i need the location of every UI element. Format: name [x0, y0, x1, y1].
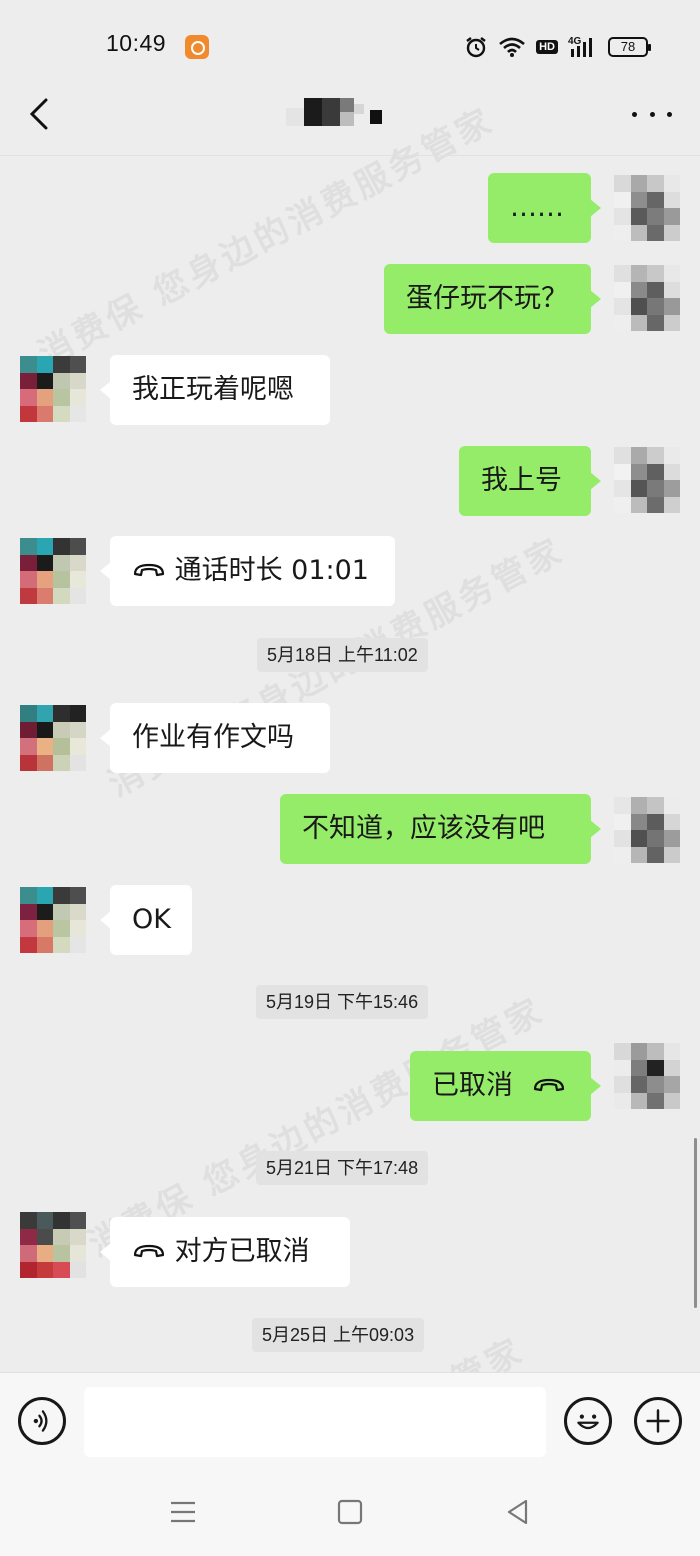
timestamp: 5月25日 上午09:03 [252, 1318, 425, 1352]
message-bubble-outgoing[interactable]: 不知道，应该没有吧 [280, 794, 601, 864]
message-bubble-outgoing[interactable]: 我上号 [459, 446, 601, 516]
timestamp: 5月21日 下午17:48 [256, 1151, 429, 1185]
message-bubble-incoming[interactable]: OK [100, 885, 192, 955]
chevron-left-icon[interactable] [22, 92, 62, 136]
back-triangle-icon[interactable] [502, 1496, 534, 1528]
contact-avatar[interactable] [20, 538, 86, 604]
contact-avatar[interactable] [20, 887, 86, 953]
message-text: 我上号 [481, 465, 562, 496]
scrollbar[interactable] [694, 1138, 697, 1308]
my-avatar[interactable] [614, 175, 680, 241]
call-record-bubble[interactable]: 对方已取消 [100, 1217, 350, 1287]
signal-icon: 4G [568, 36, 592, 57]
menu-icon[interactable] [167, 1496, 199, 1528]
phone-hangup-icon [133, 1244, 165, 1257]
message-text: OK [132, 904, 171, 935]
system-nav-bar [0, 1468, 700, 1556]
message-text: 作业有作文吗 [132, 722, 294, 753]
emoji-icon[interactable] [564, 1397, 612, 1445]
message-bubble-outgoing[interactable]: 蛋仔玩不玩？ [384, 264, 601, 334]
message-bubble-incoming[interactable]: 我正玩着呢嗯 [100, 355, 330, 425]
chat-header [0, 80, 700, 156]
more-dots-icon[interactable] [632, 104, 672, 124]
call-record-bubble[interactable]: 已取消 [410, 1051, 601, 1121]
alarm-icon [466, 37, 486, 58]
status-time: 10:49 [106, 30, 167, 56]
battery-icon: 78 [608, 37, 651, 57]
message-input[interactable] [84, 1387, 546, 1457]
message-text: …… [510, 192, 564, 223]
call-record-bubble[interactable]: 通话时长 01:01 [100, 536, 395, 606]
contact-avatar[interactable] [20, 1212, 86, 1278]
phone-hangup-icon [533, 1078, 564, 1091]
svg-text:4G: 4G [568, 36, 582, 47]
chat-title-pixelated [280, 94, 390, 130]
hd-icon: HD [536, 40, 558, 54]
wifi-icon [499, 37, 525, 57]
phone-hangup-icon [133, 563, 165, 576]
message-text: 对方已取消 [174, 1236, 310, 1267]
my-avatar[interactable] [614, 1043, 680, 1109]
message-text: 已取消 [432, 1070, 513, 1101]
my-avatar[interactable] [614, 447, 680, 513]
message-text: 蛋仔玩不玩？ [406, 283, 568, 314]
home-icon[interactable] [334, 1496, 366, 1528]
timestamp: 5月19日 下午15:46 [256, 985, 429, 1019]
app-notification-icon [185, 35, 209, 59]
contact-avatar[interactable] [20, 705, 86, 771]
message-text: 不知道，应该没有吧 [302, 813, 545, 844]
input-bar [0, 1372, 700, 1468]
timestamp: 5月18日 上午11:02 [257, 638, 428, 672]
message-bubble-outgoing[interactable]: …… [488, 173, 601, 243]
plus-icon[interactable] [634, 1397, 682, 1445]
voice-input-icon[interactable] [18, 1397, 66, 1445]
message-bubble-incoming[interactable]: 作业有作文吗 [100, 703, 330, 773]
contact-avatar[interactable] [20, 356, 86, 422]
my-avatar[interactable] [614, 265, 680, 331]
my-avatar[interactable] [614, 797, 680, 863]
message-text: 我正玩着呢嗯 [132, 374, 294, 405]
message-text: 通话时长 01:01 [174, 555, 369, 586]
